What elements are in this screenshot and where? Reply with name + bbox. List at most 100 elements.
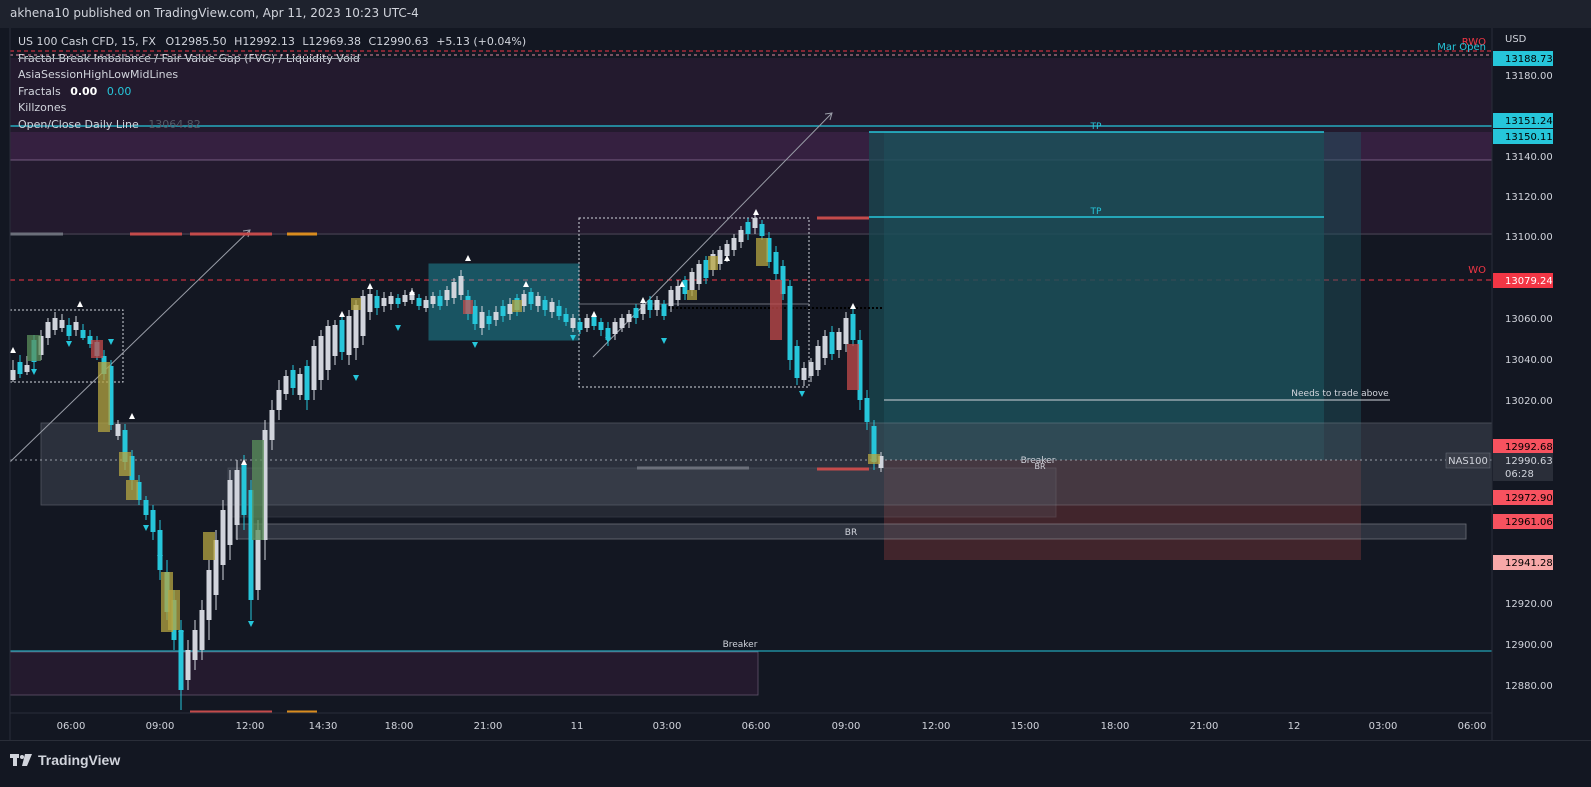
chart-area[interactable]: TP TP Needs to trade above BR Breaker BR…: [0, 28, 1591, 740]
candle-body: [346, 316, 352, 355]
indicator-killzones-label: Killzones: [18, 101, 67, 114]
candle-body: [311, 346, 317, 390]
footer: TradingView: [0, 740, 1591, 787]
candle-body: [647, 300, 653, 310]
fractal-down-marker: [353, 375, 359, 381]
indicator-daily-line-label: Open/Close Daily Line: [18, 117, 139, 131]
legend-indicator-fvg[interactable]: Fractal Break Imbalance / Fair Value Gap…: [18, 51, 526, 68]
time-tick-label: 21:00: [474, 721, 503, 732]
fractal-up-marker: [77, 301, 83, 307]
fractal-up-marker: [339, 311, 345, 317]
price-badge-label: 13151.24: [1505, 116, 1553, 127]
candle-body: [80, 330, 86, 338]
consolidation-box[interactable]: [428, 263, 580, 341]
legend-close: C12990.63: [368, 35, 429, 48]
candle-body: [178, 630, 184, 690]
candle-body: [577, 322, 583, 330]
br-label-1: BR: [1034, 462, 1045, 471]
candle-body: [493, 312, 499, 320]
legend-indicator-fractals[interactable]: Fractals 0.00 0.00: [18, 84, 526, 101]
candle-body: [535, 296, 541, 306]
breaker-zone-inner[interactable]: [227, 467, 1057, 518]
fvg-box: [687, 290, 697, 300]
candle-body: [612, 322, 618, 334]
price-tick-label: 13040.00: [1505, 355, 1553, 366]
candle-body: [157, 530, 163, 570]
candle-body: [486, 316, 492, 324]
fractal-down-marker: [66, 341, 72, 347]
candle-body: [24, 365, 30, 372]
candle-body: [143, 500, 149, 515]
time-tick-label: 14:30: [309, 721, 338, 732]
price-badge-label: 13150.11: [1505, 132, 1553, 143]
legend-symbol: US 100 Cash CFD, 15, FX: [18, 35, 156, 48]
long-position-profit-zone-2[interactable]: [884, 132, 1361, 460]
price-tick-label: 13180.00: [1505, 71, 1553, 82]
tp-label-2: TP: [1090, 207, 1102, 217]
tradingview-logo[interactable]: TradingView: [10, 751, 120, 769]
candle-body: [458, 276, 464, 295]
candle-body: [829, 332, 835, 354]
fvg-box: [351, 298, 361, 310]
price-tick-label: 13060.00: [1505, 314, 1553, 325]
candle-body: [815, 346, 821, 370]
candle-body: [227, 480, 233, 545]
time-tick-label: 09:00: [832, 721, 861, 732]
fractal-down-marker: [143, 525, 149, 531]
fvg-box: [847, 344, 859, 390]
fractal-down-marker: [395, 325, 401, 331]
indicator-daily-line-val: 13064.82: [148, 117, 201, 131]
legend-symbol-row[interactable]: US 100 Cash CFD, 15, FX O12985.50 H12992…: [18, 34, 526, 51]
fractal-down-marker: [248, 621, 254, 627]
legend-indicator-daily-line[interactable]: Open/Close Daily Line 13064.82: [18, 117, 526, 134]
candle-body: [59, 320, 65, 328]
candle-body: [388, 296, 394, 304]
candle-body: [521, 294, 527, 306]
candle-body: [731, 238, 737, 250]
time-tick-label: 09:00: [146, 721, 175, 732]
candle-body: [199, 610, 205, 650]
price-badge-label: 13079.24: [1505, 276, 1553, 287]
time-tick-label: 11: [571, 721, 584, 732]
price-badge-label: 12941.28: [1505, 558, 1553, 569]
price-tick-label: 13120.00: [1505, 192, 1553, 203]
price-badge-label: 12990.63: [1505, 456, 1553, 467]
candle-body: [402, 295, 408, 302]
needs-trade-label: Needs to trade above: [1291, 389, 1389, 399]
price-tick-label: 13020.00: [1505, 396, 1553, 407]
candle-body: [367, 294, 373, 312]
time-tick-label: 06:00: [742, 721, 771, 732]
legend-indicator-asia[interactable]: AsiaSessionHighLowMidLines: [18, 67, 526, 84]
candle-body: [150, 510, 156, 532]
candle-body: [269, 410, 275, 440]
candle-body: [745, 222, 751, 234]
candle-body: [332, 325, 338, 356]
time-tick-label: 03:00: [653, 721, 682, 732]
legend-open: O12985.50: [165, 35, 227, 48]
indicator-fractals-label: Fractals: [18, 84, 61, 98]
candle-body: [192, 630, 198, 660]
candle-body: [290, 370, 296, 388]
indicator-fractals-val2: 0.00: [106, 84, 132, 98]
tp-label-1: TP: [1090, 122, 1102, 132]
legend-low: L12969.38: [302, 35, 362, 48]
legend-indicator-killzones[interactable]: Killzones: [18, 100, 526, 117]
price-badge-label: 13188.73: [1505, 54, 1553, 65]
price-ticks: 13180.00 13140.00 13120.00 13100.00 13060.00…: [1505, 71, 1553, 692]
bottom-breaker-zone[interactable]: [9, 651, 759, 696]
candle-body: [864, 398, 870, 422]
time-tick-label: 12:00: [922, 721, 951, 732]
time-tick-label: 21:00: [1190, 721, 1219, 732]
candle-body: [66, 325, 72, 336]
candle-body: [563, 314, 569, 322]
candle-body: [10, 370, 16, 380]
candle-body: [234, 470, 240, 525]
price-badge-label: 12992.68: [1505, 442, 1553, 453]
legend-high: H12992.13: [234, 35, 295, 48]
candle-body: [374, 296, 380, 308]
chart-svg[interactable]: TP TP Needs to trade above BR Breaker BR…: [0, 28, 1591, 740]
tradingview-logo-icon: [10, 754, 32, 766]
candle-body: [220, 510, 226, 565]
time-tick-label: 15:00: [1011, 721, 1040, 732]
candle-body: [528, 292, 534, 304]
